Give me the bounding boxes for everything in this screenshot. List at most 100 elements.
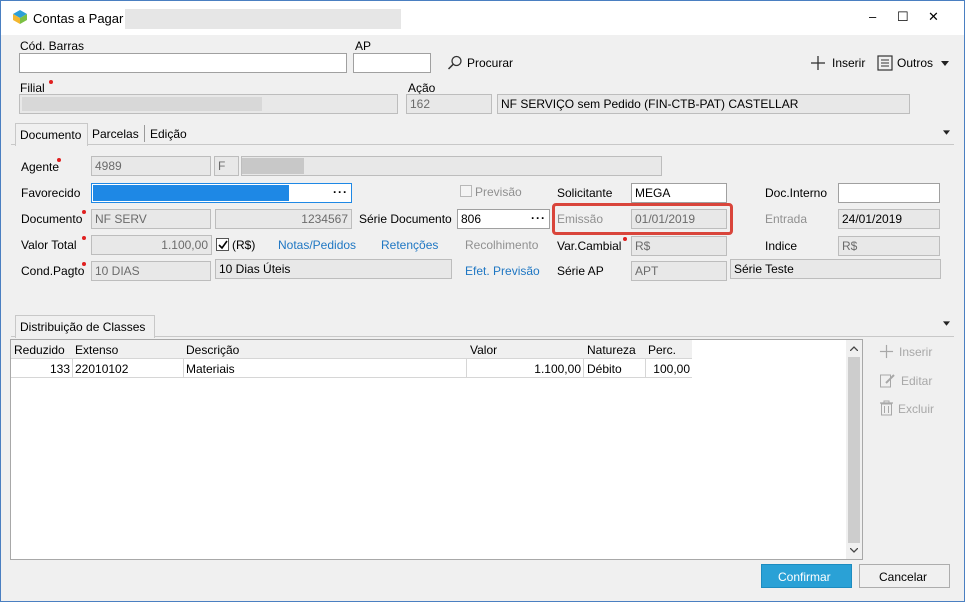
favorecido-label: Favorecido [21, 186, 81, 200]
filial-label: Filial [20, 81, 45, 95]
notas-pedidos-link[interactable]: Notas/Pedidos [278, 238, 356, 252]
checkmark-icon [218, 240, 228, 250]
col-reduzido[interactable]: Reduzido [14, 343, 65, 357]
cod-barras-input[interactable] [19, 53, 347, 73]
tab-documento-label: Documento [20, 128, 82, 142]
cod-barras-label: Cód. Barras [20, 39, 85, 53]
cell-natureza: Débito [587, 362, 622, 376]
window-title: Contas a Pagar [33, 11, 124, 26]
var-cambial-label: Var.Cambial [557, 239, 622, 253]
tab-distribuicao-label: Distribuição de Classes [20, 320, 146, 334]
serie-ap-label: Série AP [557, 264, 604, 278]
grid-editar-button[interactable]: Editar [878, 372, 948, 388]
ap-input[interactable] [353, 53, 431, 73]
doc-interno-input[interactable] [838, 183, 940, 203]
inserir-label: Inserir [832, 56, 866, 70]
valor-total-label: Valor Total [21, 238, 77, 252]
classes-menu-arrow-icon[interactable] [943, 321, 950, 326]
serie-documento-label: Série Documento [359, 212, 452, 226]
agente-name-redacted [242, 158, 304, 174]
cell-divider [72, 359, 73, 378]
previsao-checkbox[interactable] [460, 185, 472, 197]
contas-a-pagar-window: Contas a Pagar – ☐ ✕ Cód. Barras AP Proc… [0, 0, 965, 602]
solicitante-input[interactable]: MEGA [631, 183, 727, 203]
tab-distribuicao-classes[interactable]: Distribuição de Classes [15, 315, 155, 338]
cond-pagto-desc-field: 10 Dias Úteis [215, 259, 452, 279]
edit-icon [880, 374, 895, 388]
col-descricao[interactable]: Descrição [186, 343, 239, 357]
efet-previsao-link[interactable]: Efet. Previsão [465, 264, 540, 278]
close-button[interactable]: ✕ [928, 9, 939, 25]
outros-label: Outros [897, 56, 934, 70]
scroll-thumb[interactable] [848, 357, 860, 543]
inserir-button[interactable]: Inserir [810, 55, 872, 71]
entrada-field: 24/01/2019 [838, 209, 940, 229]
classes-grid: Reduzido Extenso Descrição Valor Naturez… [10, 339, 863, 560]
list-icon [877, 55, 893, 71]
col-valor[interactable]: Valor [470, 343, 497, 357]
recolhimento-label: Recolhimento [465, 238, 539, 252]
required-marker [49, 80, 53, 84]
plus-icon [811, 56, 825, 70]
maximize-button[interactable]: ☐ [897, 9, 909, 25]
search-icon [447, 55, 462, 70]
grid-inserir-button[interactable]: Inserir [878, 344, 948, 360]
tab-documento[interactable]: Documento [15, 123, 88, 146]
vertical-scrollbar[interactable] [846, 340, 862, 559]
confirmar-label: Confirmar [778, 570, 831, 584]
procurar-button[interactable]: Procurar [447, 55, 521, 71]
plus-icon [879, 344, 894, 359]
emissao-label: Emissão [557, 212, 604, 226]
indice-field: R$ [838, 236, 940, 256]
confirmar-button[interactable]: Confirmar [761, 564, 852, 588]
currency-check-label: (R$) [232, 238, 256, 252]
serie-documento-value: 806 [461, 212, 482, 226]
favorecido-selected-text [93, 185, 289, 201]
favorecido-lookup-button[interactable]: ··· [333, 185, 348, 199]
table-row[interactable]: 133 22010102 Materiais 1.100,00 Débito 1… [11, 359, 692, 378]
col-natureza[interactable]: Natureza [587, 343, 636, 357]
tab-menu-arrow-icon[interactable] [943, 130, 950, 135]
retencoes-link[interactable]: Retenções [381, 238, 438, 252]
title-bar: Contas a Pagar – ☐ ✕ [1, 1, 964, 35]
cell-reduzido: 133 [49, 362, 70, 376]
ap-label: AP [355, 39, 372, 53]
app-icon [13, 10, 27, 24]
scroll-up-icon[interactable] [850, 346, 858, 351]
filial-field [19, 94, 398, 114]
cancelar-button[interactable]: Cancelar [859, 564, 950, 588]
grid-editar-label: Editar [901, 374, 933, 388]
emissao-field: 01/01/2019 [631, 209, 727, 229]
serie-documento-input[interactable]: 806 ··· [457, 209, 550, 229]
required-marker [623, 237, 627, 241]
valor-total-field: 1.100,00 [91, 235, 212, 255]
solicitante-label: Solicitante [557, 186, 613, 200]
outros-menu-button[interactable]: Outros [877, 54, 953, 72]
required-marker [57, 158, 61, 162]
cell-divider [583, 359, 584, 378]
tab-parcelas[interactable]: Parcelas [92, 127, 139, 141]
required-marker [82, 236, 86, 240]
minimize-button[interactable]: – [869, 9, 876, 24]
window-title-redacted [125, 9, 401, 29]
serie-lookup-button[interactable]: ··· [531, 211, 546, 225]
col-perc[interactable]: Perc. [648, 343, 676, 357]
doc-interno-label: Doc.Interno [765, 186, 828, 200]
cell-perc: 100,00 [653, 362, 690, 376]
cell-divider [645, 359, 646, 378]
scroll-down-icon[interactable] [850, 548, 858, 553]
acao-description-field: NF SERVIÇO sem Pedido (FIN-CTB-PAT) CAST… [497, 94, 910, 114]
favorecido-input[interactable]: ··· [91, 183, 352, 203]
cell-descricao: Materiais [186, 362, 235, 376]
grid-excluir-button[interactable]: Excluir [878, 400, 948, 416]
entrada-label: Entrada [765, 212, 808, 226]
cond-pagto-code-field: 10 DIAS [91, 261, 211, 281]
currency-checkbox[interactable] [216, 238, 229, 251]
col-extenso[interactable]: Extenso [75, 343, 118, 357]
dropdown-arrow-icon [941, 61, 949, 66]
acao-code-field: 162 [406, 94, 492, 114]
filial-redacted [22, 97, 262, 111]
var-cambial-field: R$ [631, 236, 727, 256]
tab-edicao[interactable]: Edição [150, 127, 187, 141]
cell-divider [466, 359, 467, 378]
